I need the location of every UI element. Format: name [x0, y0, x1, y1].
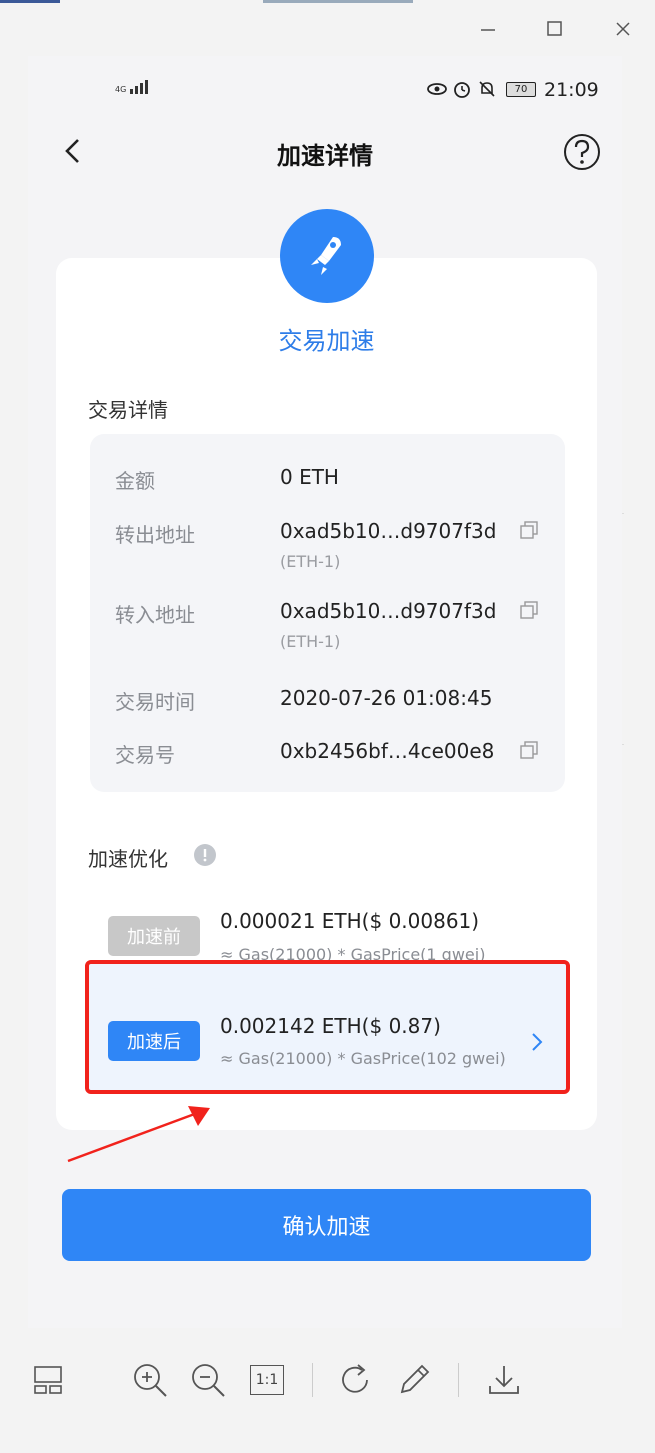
signal-icon: 4G — [115, 80, 149, 94]
tx-hash-value: 0xb2456bf…4ce00e8 — [280, 739, 495, 763]
to-address-chain: (ETH-1) — [280, 632, 341, 651]
toolbar-divider — [312, 1363, 313, 1397]
copy-icon[interactable] — [520, 601, 538, 619]
mute-bell-icon — [477, 79, 497, 103]
download-icon[interactable] — [484, 1360, 524, 1400]
before-tag: 加速前 — [108, 916, 200, 956]
from-address-value: 0xad5b10…d9707f3d — [280, 519, 497, 543]
before-fee: 0.000021 ETH($ 0.00861) — [220, 909, 480, 933]
tx-hash-label: 交易号 — [115, 743, 175, 767]
thumbnail-view-icon[interactable] — [28, 1360, 68, 1400]
from-address-chain: (ETH-1) — [280, 552, 341, 571]
actual-size-icon[interactable]: 1:1 — [247, 1360, 287, 1400]
status-time: 21:09 — [544, 79, 599, 101]
copy-icon[interactable] — [520, 521, 538, 539]
toolbar-divider — [458, 1363, 459, 1397]
network-type: 4G — [115, 85, 127, 94]
amount-label: 金额 — [115, 469, 155, 493]
battery-level: 70 — [514, 84, 528, 95]
battery-icon: 70 — [506, 82, 536, 97]
alarm-icon — [452, 79, 472, 103]
help-icon[interactable] — [562, 132, 602, 176]
to-address-value: 0xad5b10…d9707f3d — [280, 599, 497, 623]
page-title: 加速详情 — [277, 142, 373, 170]
optimize-section-label: 加速优化 — [88, 847, 168, 871]
hero-title: 交易加速 — [278, 327, 375, 355]
viewer-toolbar — [0, 1332, 655, 1453]
maximize-icon[interactable] — [535, 14, 575, 44]
from-address-label: 转出地址 — [115, 523, 195, 547]
eye-icon — [426, 81, 448, 101]
window-top-strip — [0, 0, 655, 4]
confirm-accelerate-button[interactable]: 确认加速 — [62, 1189, 591, 1261]
minimize-icon[interactable] — [468, 14, 508, 44]
to-address-label: 转入地址 — [115, 603, 195, 627]
info-icon[interactable] — [194, 844, 216, 870]
edit-icon[interactable] — [394, 1360, 434, 1400]
actual-size-label: 1:1 — [250, 1365, 284, 1395]
rocket-icon — [280, 209, 374, 303]
zoom-in-icon[interactable] — [130, 1360, 170, 1400]
copy-icon[interactable] — [520, 741, 538, 759]
annotation-arrow — [60, 1098, 220, 1172]
details-section-label: 交易详情 — [88, 398, 168, 422]
zoom-out-icon[interactable] — [188, 1360, 228, 1400]
status-bar: 4G 70 21:09 — [28, 56, 622, 126]
amount-value: 0 ETH — [280, 465, 339, 489]
tx-time-value: 2020-07-26 01:08:45 — [280, 686, 493, 710]
highlight-annotation — [85, 960, 570, 1094]
close-icon[interactable] — [603, 14, 643, 44]
tx-time-label: 交易时间 — [115, 690, 195, 714]
rotate-icon[interactable] — [336, 1360, 376, 1400]
